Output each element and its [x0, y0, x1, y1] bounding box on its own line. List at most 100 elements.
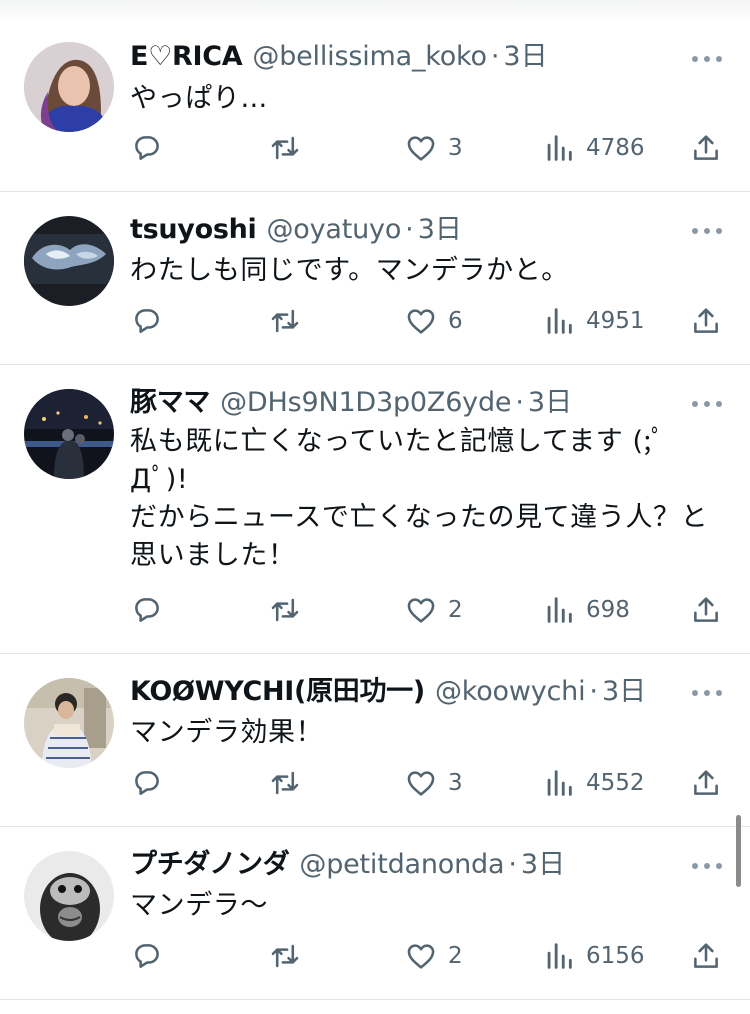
separator: · [515, 387, 524, 418]
like-button[interactable]: 2 [404, 590, 463, 630]
tweet-text: マンデラ効果！ [130, 714, 730, 752]
like-button[interactable]: 3 [404, 128, 463, 168]
action-bar: 2 698 [0, 590, 750, 630]
share-upload-icon [694, 308, 718, 333]
share-button[interactable] [689, 128, 723, 168]
share-upload-icon [694, 770, 718, 795]
user-handle[interactable]: @petitdanonda [299, 848, 504, 882]
tweet-text: わたしも同じです。マンデラかと。 [130, 252, 730, 290]
display-name[interactable]: 豚ママ [130, 386, 210, 420]
timestamp[interactable]: 3日 [602, 675, 646, 709]
views-button[interactable]: 4786 [542, 128, 645, 168]
avatar[interactable] [24, 678, 114, 768]
reply-button[interactable] [130, 301, 174, 341]
views-button[interactable]: 4951 [542, 301, 645, 341]
share-button[interactable] [689, 936, 723, 976]
timestamp[interactable]: 3日 [521, 848, 565, 882]
avatar-image [24, 216, 114, 306]
more-dots-icon[interactable] [692, 228, 722, 236]
heart-icon [407, 309, 435, 334]
display-name[interactable]: KOØWYCHI(原田功一) [130, 675, 425, 709]
speech-bubble-icon [135, 309, 159, 333]
tweet-header: KOØWYCHI(原田功一) @koowychi · 3日 [130, 675, 646, 709]
action-bar: 3 4552 [0, 763, 750, 803]
tweet-card[interactable]: プチダノンダ @petitdanonda · 3日 マンデラ〜 2 6156 [0, 827, 750, 1000]
user-handle[interactable]: @bellissima_koko [252, 40, 487, 74]
tweet-text: マンデラ〜 [130, 887, 730, 925]
user-handle[interactable]: @DHs9N1D3p0Z6yde [220, 386, 511, 420]
heart-icon [407, 598, 435, 623]
separator: · [490, 41, 500, 72]
tweet-card[interactable]: tsuyoshi @oyatuyo · 3日 わたしも同じです。マンデラかと。 … [0, 192, 750, 365]
retweet-arrows-icon [271, 598, 299, 622]
more-dots-icon[interactable] [692, 690, 722, 698]
bar-chart-icon [547, 135, 572, 161]
timestamp[interactable]: 3日 [418, 213, 462, 247]
like-button[interactable]: 6 [404, 301, 463, 341]
views-button[interactable]: 698 [542, 590, 630, 630]
retweet-button[interactable] [268, 301, 312, 341]
avatar[interactable] [24, 851, 114, 941]
retweet-arrows-icon [271, 136, 299, 160]
separator: · [508, 849, 517, 880]
timestamp[interactable]: 3日 [503, 40, 547, 74]
views-button[interactable]: 6156 [542, 936, 645, 976]
share-button[interactable] [689, 301, 723, 341]
retweet-button[interactable] [268, 936, 312, 976]
reply-button[interactable] [130, 590, 174, 630]
user-handle[interactable]: @oyatuyo [267, 213, 402, 247]
avatar[interactable] [24, 389, 114, 479]
avatar[interactable] [24, 216, 114, 306]
tweet-text: 私も既に亡くなっていたと記憶してます (;ﾟ Дﾟ)! だからニュースで亡くなっ… [130, 423, 730, 575]
more-dots-icon[interactable] [692, 863, 722, 871]
like-button[interactable]: 2 [404, 936, 463, 976]
speech-bubble-icon [135, 944, 159, 968]
display-name[interactable]: E♡RICA [130, 40, 243, 74]
separator: · [589, 676, 598, 707]
share-upload-icon [694, 943, 718, 968]
like-count: 6 [448, 308, 463, 334]
share-button[interactable] [689, 590, 723, 630]
tweet-header: E♡RICA @bellissima_koko · 3日 [130, 40, 548, 74]
retweet-button[interactable] [268, 128, 312, 168]
tweet-text-line: だからニュースで亡くなったの見て違う人？と [130, 502, 709, 533]
share-upload-icon [694, 135, 718, 160]
scrollbar[interactable] [736, 815, 741, 887]
display-name[interactable]: プチダノンダ [130, 848, 290, 882]
retweet-button[interactable] [268, 590, 312, 630]
bar-chart-icon [547, 597, 572, 623]
action-bar: 6 4951 [0, 301, 750, 341]
user-handle[interactable]: @koowychi [435, 675, 586, 709]
view-count: 4552 [586, 770, 645, 796]
tweet-card[interactable]: 豚ママ @DHs9N1D3p0Z6yde · 3日 私も既に亡くなっていたと記憶… [0, 365, 750, 654]
heart-icon [407, 771, 435, 796]
tweet-card[interactable]: KOØWYCHI(原田功一) @koowychi · 3日 マンデラ効果！ 3 … [0, 654, 750, 827]
display-name[interactable]: tsuyoshi [130, 213, 257, 247]
action-bar: 2 6156 [0, 936, 750, 976]
like-count: 3 [448, 135, 463, 161]
views-button[interactable]: 4552 [542, 763, 645, 803]
like-count: 2 [448, 943, 463, 969]
view-count: 698 [586, 597, 630, 623]
avatar[interactable] [24, 42, 114, 132]
reply-button[interactable] [130, 763, 174, 803]
tweet-text-line: やっぱり… [130, 83, 268, 114]
heart-icon [407, 136, 435, 161]
more-dots-icon[interactable] [692, 401, 722, 409]
view-count: 6156 [586, 943, 645, 969]
tweet-text: やっぱり… [130, 80, 730, 118]
tweet-text-line: 思いました！ [130, 540, 296, 571]
reply-button[interactable] [130, 128, 174, 168]
tweet-header: プチダノンダ @petitdanonda · 3日 [130, 848, 565, 882]
retweet-button[interactable] [268, 763, 312, 803]
speech-bubble-icon [135, 771, 159, 795]
tweet-card[interactable]: E♡RICA @bellissima_koko · 3日 やっぱり… 3 478… [0, 0, 750, 192]
share-button[interactable] [689, 763, 723, 803]
heart-icon [407, 944, 435, 969]
retweet-arrows-icon [271, 944, 299, 968]
share-upload-icon [694, 597, 718, 622]
timestamp[interactable]: 3日 [528, 386, 572, 420]
more-dots-icon[interactable] [692, 56, 722, 64]
like-button[interactable]: 3 [404, 763, 463, 803]
reply-button[interactable] [130, 936, 174, 976]
